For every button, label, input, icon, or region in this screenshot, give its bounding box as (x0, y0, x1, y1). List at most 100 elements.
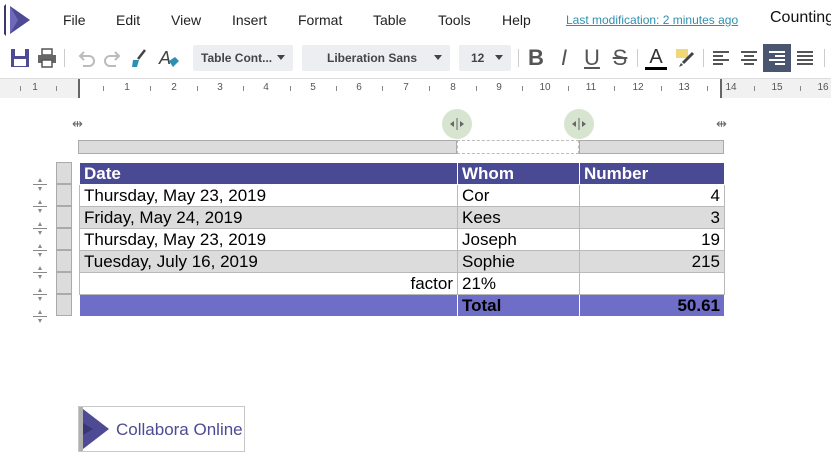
cell-number[interactable]: 4 (579, 184, 725, 207)
cell-number[interactable]: 19 (579, 228, 725, 251)
column-select-bar[interactable] (579, 140, 724, 154)
font-color-button[interactable]: A (642, 44, 670, 72)
menu-file[interactable]: File (63, 12, 86, 28)
redo-icon[interactable] (99, 44, 127, 72)
column-select-bar[interactable] (78, 140, 457, 154)
table-row: Friday, May 24, 2019 Kees 3 (79, 206, 725, 229)
column-resize-handle-icon[interactable] (564, 109, 594, 139)
strikethrough-button[interactable]: S (606, 44, 634, 72)
row-resize-marker-icon[interactable] (32, 266, 48, 280)
row-select-bar[interactable] (56, 162, 72, 184)
menu-bar: File Edit View Insert Format Table Tools… (0, 0, 831, 40)
cell-total-value[interactable]: 50.61 (579, 294, 725, 317)
cell-total-label[interactable]: Total (457, 294, 580, 317)
row-resize-marker-icon[interactable] (32, 288, 48, 302)
brand-name: Collabora Online (116, 420, 243, 439)
row-resize-marker-icon[interactable] (32, 178, 48, 192)
chevron-down-icon (277, 55, 285, 60)
ruler-right-margin[interactable] (720, 79, 722, 98)
ruler-label: 8 (450, 82, 456, 93)
cell-empty[interactable] (579, 272, 725, 295)
cell-whom[interactable]: Kees (457, 206, 580, 229)
ruler-left-margin[interactable] (78, 79, 80, 98)
font-size-value: 12 (471, 51, 485, 65)
menu-format[interactable]: Format (298, 12, 342, 28)
font-color-glyph: A (649, 45, 663, 68)
highlight-icon[interactable] (671, 44, 699, 72)
last-modification-link[interactable]: Last modification: 2 minutes ago (566, 13, 738, 27)
menu-table[interactable]: Table (373, 12, 406, 28)
column-edge-marker-icon[interactable]: ⇹ (716, 116, 727, 132)
row-select-bar[interactable] (56, 206, 72, 228)
paragraph-style-value: Table Cont... (201, 51, 273, 65)
ruler-tick (197, 86, 198, 91)
row-select-bar[interactable] (56, 228, 72, 250)
ruler-tick (243, 86, 244, 91)
align-right-icon[interactable] (763, 44, 791, 72)
row-select-bar[interactable] (56, 294, 72, 316)
header-number[interactable]: Number (579, 162, 725, 185)
clone-formatting-icon[interactable] (126, 44, 154, 72)
underline-button[interactable]: U (578, 44, 606, 72)
ruler-label: 9 (496, 82, 502, 93)
cell-number[interactable]: 215 (579, 250, 725, 273)
save-icon[interactable] (6, 44, 34, 72)
header-whom[interactable]: Whom (457, 162, 580, 185)
horizontal-ruler[interactable]: 1 1 2 3 4 5 6 7 8 9 10 11 12 13 14 15 16 (0, 78, 831, 99)
row-select-bar[interactable] (56, 184, 72, 206)
cell-date[interactable]: Thursday, May 23, 2019 (79, 228, 458, 251)
cell-number[interactable]: 3 (579, 206, 725, 229)
font-size-select[interactable]: 12 (459, 45, 511, 71)
menu-edit[interactable]: Edit (116, 12, 140, 28)
menu-tools[interactable]: Tools (438, 12, 471, 28)
clear-formatting-icon[interactable]: A (155, 44, 183, 72)
bold-button[interactable]: B (522, 44, 550, 72)
cell-date[interactable]: Tuesday, July 16, 2019 (79, 250, 458, 273)
font-name-select[interactable]: Liberation Sans (302, 45, 450, 71)
cell-whom[interactable]: Cor (457, 184, 580, 207)
paragraph-style-select[interactable]: Table Cont... (193, 45, 293, 71)
menu-insert[interactable]: Insert (232, 12, 267, 28)
row-resize-marker-icon[interactable] (32, 222, 48, 236)
ruler-label: 15 (771, 82, 783, 93)
align-left-icon[interactable] (707, 44, 735, 72)
cell-factor-value[interactable]: 21% (457, 272, 580, 295)
document-title[interactable]: Counting (770, 9, 831, 27)
toolbar-separator (64, 49, 65, 67)
cell-whom[interactable]: Joseph (457, 228, 580, 251)
menu-help[interactable]: Help (502, 12, 531, 28)
row-select-bar[interactable] (56, 272, 72, 294)
row-resize-marker-icon[interactable] (32, 310, 48, 324)
toolbar: A Table Cont... Liberation Sans 12 B I U… (0, 40, 831, 76)
cell-date[interactable]: Thursday, May 23, 2019 (79, 184, 458, 207)
row-select-bar[interactable] (56, 250, 72, 272)
ruler-tick (476, 86, 477, 91)
ruler-tick (661, 86, 662, 91)
document-canvas[interactable]: ⇹ ⇹ Date Whom Number Thursday, May 23, 2… (0, 98, 831, 473)
ruler-label: 12 (632, 82, 644, 93)
italic-button[interactable]: I (550, 44, 578, 72)
print-icon[interactable] (33, 44, 61, 72)
justify-icon[interactable] (791, 44, 819, 72)
cell-total-blank[interactable] (79, 294, 458, 317)
cell-whom[interactable]: Sophie (457, 250, 580, 273)
cell-date[interactable]: Friday, May 24, 2019 (79, 206, 458, 229)
collabora-online-image[interactable]: Collabora Online (78, 406, 245, 452)
column-edge-marker-icon[interactable]: ⇹ (72, 116, 83, 132)
font-name-value: Liberation Sans (327, 51, 418, 65)
collabora-logo-icon[interactable] (0, 0, 40, 40)
ruler-label: 1 (124, 82, 130, 93)
header-date[interactable]: Date (79, 162, 458, 185)
table-total-row: Total 50.61 (79, 294, 725, 317)
svg-text:A: A (158, 48, 171, 68)
column-select-bar[interactable] (457, 140, 579, 154)
undo-icon[interactable] (72, 44, 100, 72)
align-center-icon[interactable] (735, 44, 763, 72)
column-resize-handle-icon[interactable] (442, 109, 472, 139)
row-resize-marker-icon[interactable] (32, 244, 48, 258)
ruler-tick (800, 86, 801, 91)
row-resize-marker-icon[interactable] (32, 200, 48, 214)
menu-view[interactable]: View (171, 12, 201, 28)
cell-factor-label[interactable]: factor (79, 272, 458, 295)
ruler-tick (103, 86, 104, 91)
